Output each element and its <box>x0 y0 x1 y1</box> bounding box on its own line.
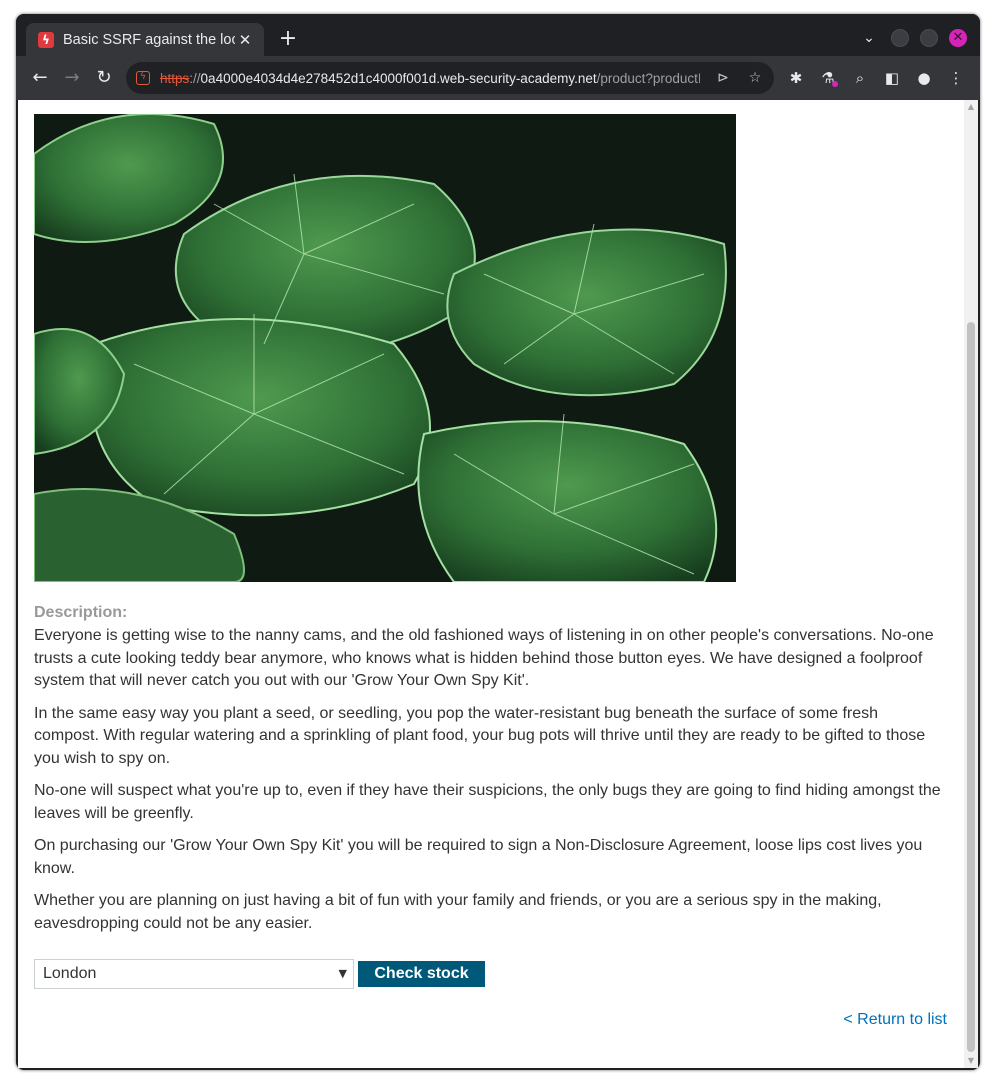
description-paragraph: Everyone is getting wise to the nanny ca… <box>34 627 934 689</box>
check-stock-button[interactable]: Check stock <box>358 961 485 987</box>
forward-arrow-icon[interactable]: → <box>61 67 83 89</box>
minimize-button[interactable] <box>891 29 909 47</box>
tab-active[interactable]: ϟ Basic SSRF against the local server ✕ <box>26 23 264 56</box>
send-to-device-icon[interactable]: ⊳ <box>714 69 732 87</box>
extensions-puzzle-icon[interactable]: ✱ <box>786 68 806 88</box>
maximize-button[interactable] <box>920 29 938 47</box>
url-text[interactable]: https://0a4000e4034d4e278452d1c4000f001d… <box>160 71 700 86</box>
chevron-down-icon: ▼ <box>338 967 347 980</box>
reload-icon[interactable]: ↻ <box>93 67 115 89</box>
description-paragraph: No-one will suspect what you're up to, e… <box>34 782 941 822</box>
tab-search-chevron-icon[interactable]: ⌄ <box>860 28 878 48</box>
notification-dot <box>832 81 838 87</box>
store-select[interactable]: London ▼ <box>34 959 354 989</box>
product-price: $22.31 <box>34 100 947 112</box>
return-to-list-link[interactable]: < Return to list <box>34 1011 947 1029</box>
new-tab-button[interactable]: + <box>277 28 299 50</box>
not-secure-icon[interactable]: ϟ <box>136 71 150 85</box>
profile-icon[interactable]: ● <box>914 68 934 88</box>
menu-kebab-icon[interactable]: ⋮ <box>946 68 966 88</box>
tab-title: Basic SSRF against the local server <box>63 31 235 48</box>
product-page: $22.31 <box>34 100 947 1029</box>
back-arrow-icon[interactable]: ← <box>29 67 51 89</box>
scrollbar-thumb[interactable] <box>967 322 975 1052</box>
web-security-academy-icon: ϟ <box>38 31 54 48</box>
plant-leaves-image <box>34 114 736 582</box>
close-window-button[interactable]: ✕ <box>949 29 967 47</box>
description-paragraph: Whether you are planning on just having … <box>34 892 882 932</box>
address-bar[interactable]: ϟ https://0a4000e4034d4e278452d1c4000f00… <box>126 62 774 94</box>
stock-check-form: London ▼ Check stock <box>34 959 947 989</box>
description-paragraph: In the same easy way you plant a seed, o… <box>34 704 926 767</box>
store-select-value: London <box>43 965 97 982</box>
search-icon[interactable]: ⌕ <box>850 68 870 88</box>
description-paragraph: On purchasing our 'Grow Your Own Spy Kit… <box>34 837 923 877</box>
scroll-down-arrow-icon[interactable]: ▼ <box>964 1054 978 1068</box>
scroll-up-arrow-icon[interactable]: ▲ <box>964 100 978 114</box>
side-panel-icon[interactable]: ◧ <box>882 68 902 88</box>
vertical-scrollbar[interactable]: ▲ ▼ <box>964 100 978 1068</box>
description-label: Description: <box>34 604 128 621</box>
tab-close-icon[interactable]: ✕ <box>237 32 253 48</box>
tab-strip: ϟ Basic SSRF against the local server ✕ … <box>16 14 980 56</box>
page-viewport: $22.31 <box>18 100 978 1068</box>
product-image <box>34 114 736 582</box>
labs-flask-icon[interactable]: ⚗ <box>818 68 838 88</box>
browser-window: ϟ Basic SSRF against the local server ✕ … <box>16 14 980 1070</box>
bookmark-star-icon[interactable]: ☆ <box>746 69 764 87</box>
browser-toolbar: ← → ↻ ϟ https://0a4000e4034d4e278452d1c4… <box>16 56 980 100</box>
product-description: Everyone is getting wise to the nanny ca… <box>34 625 947 935</box>
